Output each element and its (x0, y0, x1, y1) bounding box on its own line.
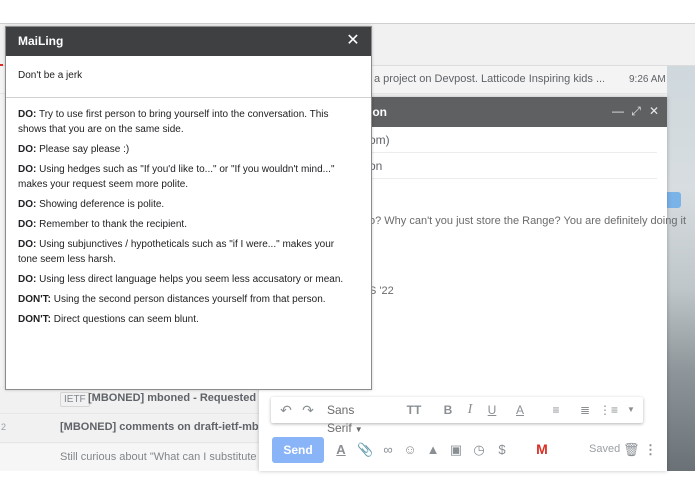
link-icon[interactable]: ∞ (379, 441, 397, 459)
tip-kind: DO: (18, 199, 37, 210)
font-select-value: Sans Serif (327, 403, 355, 435)
tip-item: DO: Using hedges such as "If you'd like … (18, 162, 354, 192)
minimize-icon[interactable]: — (611, 103, 625, 119)
email-subject: [MBONED] comments on draft-ietf-mboned (60, 421, 285, 433)
message-body-line[interactable]: o? Why can't you just store the Range? Y… (369, 215, 686, 227)
expand-icon[interactable]: ⤢ (629, 103, 643, 119)
tip-kind: DO: (18, 144, 37, 155)
side-panel-tab[interactable] (667, 192, 681, 208)
tip-kind: DO: (18, 164, 37, 175)
tip-text: Remember to thank the recipient. (39, 219, 187, 230)
undo-icon[interactable]: ↶ (279, 401, 293, 419)
tip-kind: DON'T: (18, 294, 51, 305)
tip-text: Using the second person distances yourse… (53, 294, 326, 305)
tip-item: DO: Using less direct language helps you… (18, 272, 354, 287)
tip-text: Using hedges such as "If you'd like to..… (18, 164, 335, 190)
attach-icon[interactable]: 📎 (357, 441, 373, 459)
tip-kind: DO: (18, 239, 37, 250)
redo-icon[interactable]: ↷ (301, 401, 315, 419)
numbered-list-icon[interactable]: ≣ (577, 401, 593, 419)
close-icon[interactable]: ✕ (647, 103, 661, 119)
tip-kind: DON'T: (18, 314, 51, 325)
photo-icon[interactable]: ▣ (448, 441, 464, 459)
mailing-text-area[interactable]: Don't be a jerk (6, 56, 371, 98)
tip-item: DO: Remember to thank the recipient. (18, 217, 354, 232)
thread-count: 2 (1, 422, 7, 432)
tips-list: DO: Try to use first person to bring you… (18, 107, 354, 332)
text-size-icon[interactable]: TT (403, 401, 425, 419)
bold-icon[interactable]: B (441, 401, 455, 419)
emoji-icon[interactable]: ☺ (402, 441, 418, 459)
mailing-panel: MaiLing ✕ Don't be a jerk DO: Try to use… (5, 26, 372, 390)
email-label-badge: IETF (60, 392, 90, 407)
tip-item: DON'T: Direct questions can seem blunt. (18, 312, 354, 327)
message-signature-line[interactable]: S '22 (369, 285, 394, 297)
text-color-icon[interactable]: A (509, 401, 531, 419)
chevron-down-icon[interactable]: ▼ (625, 401, 637, 419)
email-subject: Still curious about "What can I substitu… (60, 451, 269, 463)
formatting-options-icon[interactable]: A (333, 441, 349, 459)
drive-icon[interactable]: ▲ (425, 441, 441, 459)
mailing-header: MaiLing ✕ (6, 27, 371, 56)
trash-icon[interactable]: 🗑 (623, 441, 640, 459)
gmail-icon[interactable]: M (533, 440, 551, 458)
close-icon[interactable]: ✕ (344, 32, 362, 50)
tip-kind: DO: (18, 219, 37, 230)
lock-clock-icon[interactable]: ◷ (471, 441, 487, 459)
tip-item: DO: Please say please :) (18, 142, 354, 157)
chevron-down-icon: ▼ (354, 425, 363, 434)
dollar-icon[interactable]: $ (495, 441, 509, 459)
italic-icon[interactable]: I (463, 401, 477, 419)
tip-text: Direct questions can seem blunt. (53, 314, 199, 325)
email-snippet: a project on Devpost. Latticode Inspirin… (374, 73, 604, 85)
send-button[interactable]: Send (272, 437, 324, 463)
underline-icon[interactable]: U (485, 401, 499, 419)
tip-text: Showing deference is polite. (39, 199, 165, 210)
email-subject: [MBONED] mboned - Requested sess (88, 392, 284, 404)
more-vert-icon[interactable]: ⋮ (644, 441, 657, 459)
align-icon[interactable]: ≡ (545, 401, 567, 419)
tip-text: Please say please :) (39, 144, 130, 155)
tip-text: Using subjunctives / hypotheticals such … (18, 239, 335, 265)
tip-text: Using less direct language helps you see… (39, 274, 344, 285)
tip-item: DO: Showing deference is polite. (18, 197, 354, 212)
tip-item: DO: Using subjunctives / hypotheticals s… (18, 237, 354, 267)
tip-item: DON'T: Using the second person distances… (18, 292, 354, 307)
formatting-toolbar: ↶ ↷ Sans Serif ▼ TT B I U A ≡ ≣ ⋮≡ ▼ (271, 397, 643, 435)
bulleted-list-icon[interactable]: ⋮≡ (599, 401, 618, 419)
font-select[interactable]: Sans Serif ▼ (327, 401, 389, 435)
background-scenery (667, 66, 695, 471)
tip-item: DO: Try to use first person to bring you… (18, 107, 354, 137)
recipients-value: om) (369, 133, 390, 147)
email-time: 9:26 AM (629, 74, 666, 85)
tip-kind: DO: (18, 109, 37, 120)
tip-text: Try to use first person to bring yoursel… (18, 109, 329, 135)
mailing-title: MaiLing (18, 34, 64, 48)
mailing-text-value: Don't be a jerk (18, 70, 83, 81)
saved-status: Saved (589, 443, 621, 455)
tip-kind: DO: (18, 274, 37, 285)
